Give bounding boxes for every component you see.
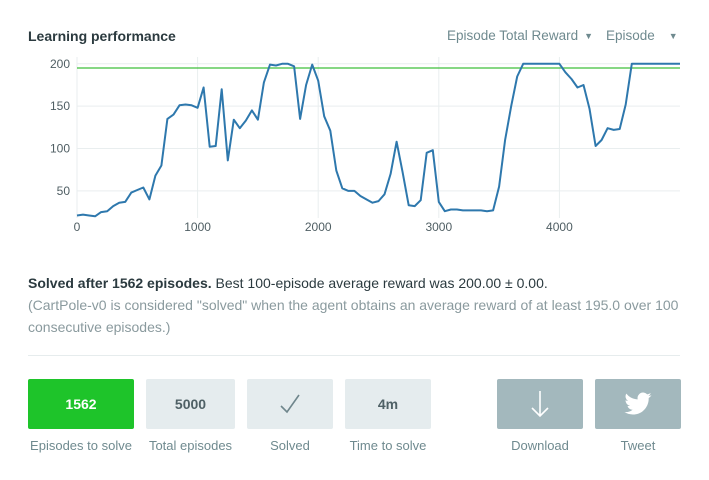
performance-chart: 501001502000 1000 2000 3000 4000 <box>50 57 680 234</box>
y-tick-label: 50 <box>57 184 71 198</box>
total-episodes-value: 5000 <box>146 379 235 429</box>
reward-series-line <box>76 62 680 218</box>
time-to-solve-label: Time to solve <box>349 438 427 453</box>
summary-detail: Best 100-episode average reward was 200.… <box>215 275 548 291</box>
solve-summary: Solved after 1562 episodes. Best 100-epi… <box>28 272 683 338</box>
checkmark-icon <box>280 394 300 414</box>
tweet-button[interactable]: Tweet <box>595 379 681 453</box>
stat-episodes-to-solve: 1562 Episodes to solve <box>28 379 134 453</box>
chart-series <box>76 62 680 218</box>
solved-box <box>247 379 333 429</box>
solved-label: Solved <box>270 438 310 453</box>
divider <box>28 355 680 356</box>
caret-down-icon: ▼ <box>584 31 593 41</box>
summary-headline: Solved after 1562 episodes. <box>28 275 212 291</box>
download-button[interactable]: Download <box>497 379 583 453</box>
x-tick-label: 3000 <box>425 220 452 234</box>
y-tick-label: 150 <box>50 99 70 113</box>
y-tick-label: 100 <box>50 142 70 156</box>
download-tile[interactable] <box>497 379 583 429</box>
x-tick-label: 0 <box>74 220 81 234</box>
time-to-solve-value: 4m <box>345 379 431 429</box>
metric-select[interactable]: Episode Total Reward ▼ <box>447 28 593 43</box>
stat-total-episodes: 5000 Total episodes <box>146 379 235 453</box>
x-axis-select[interactable]: Episode ▼ <box>606 28 678 43</box>
twitter-bird-icon <box>624 392 652 415</box>
tweet-label: Tweet <box>620 438 656 453</box>
y-tick-label: 200 <box>50 57 70 71</box>
chart-title: Learning performance <box>28 28 176 44</box>
x-axis-select-label: Episode <box>606 28 655 43</box>
tweet-tile[interactable] <box>595 379 681 429</box>
chart-grid <box>76 57 680 218</box>
summary-note: (CartPole-v0 is considered "solved" when… <box>28 297 679 335</box>
metric-select-label: Episode Total Reward <box>447 28 579 43</box>
episodes-to-solve-value: 1562 <box>28 379 134 429</box>
download-arrow-icon <box>531 391 549 418</box>
episodes-to-solve-label: Episodes to solve <box>30 438 132 453</box>
total-episodes-label: Total episodes <box>148 438 233 453</box>
download-label: Download <box>511 438 569 453</box>
x-tick-label: 1000 <box>184 220 211 234</box>
x-tick-label: 4000 <box>546 220 573 234</box>
stat-time-to-solve: 4m Time to solve <box>345 379 431 453</box>
x-tick-label: 2000 <box>305 220 332 234</box>
stat-solved: Solved <box>247 379 333 453</box>
caret-down-icon: ▼ <box>668 31 678 41</box>
